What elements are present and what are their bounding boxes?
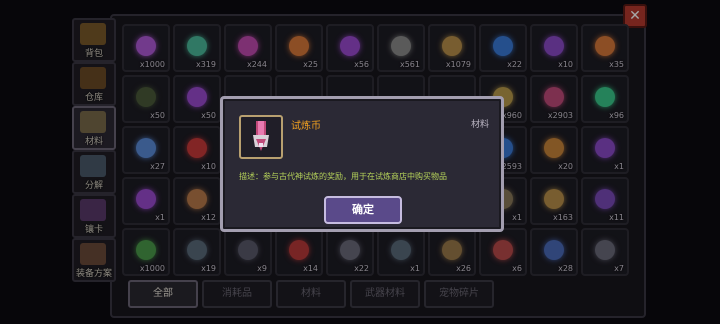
item-description: 描述：参与古代神试炼的奖励，用于在试炼商店中购买物品 [239, 172, 447, 181]
item-icon-frame [239, 115, 283, 159]
trial-coin-icon [253, 121, 269, 151]
confirm-button[interactable]: 确定 [324, 196, 402, 224]
item-category: 材料 [470, 120, 489, 130]
item-detail-dialog: 试炼币 材料 描述：参与古代神试炼的奖励，用于在试炼商店中购买物品 确定 [220, 96, 504, 232]
game-scene: ✕ 背包 仓库 材料 分解 镶卡 装备方案 x1000 x319 x244 x25 x56 x561… [0, 0, 720, 324]
item-name: 试炼币 [291, 121, 321, 132]
